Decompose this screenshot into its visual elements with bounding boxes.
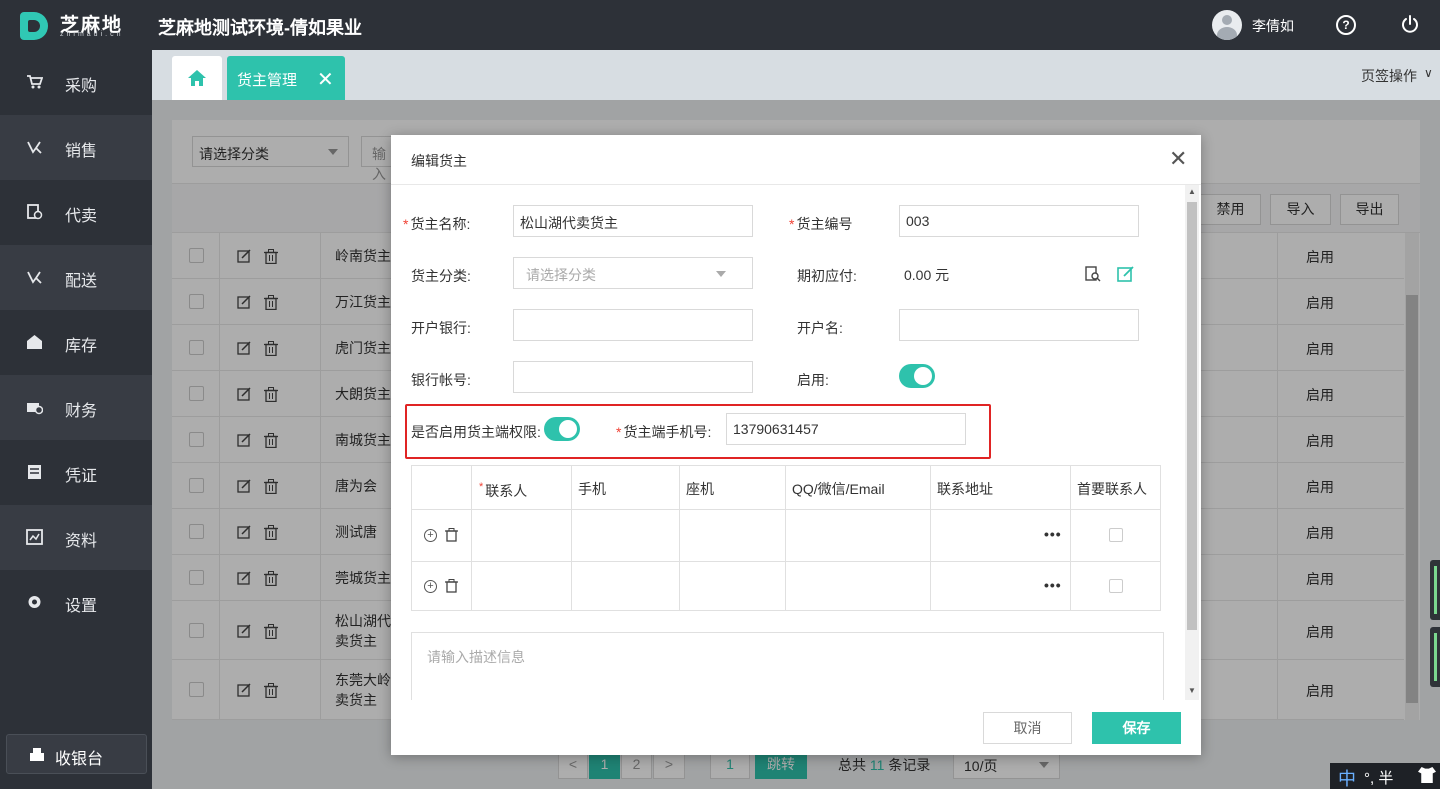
tab-label: 货主管理 bbox=[237, 72, 298, 89]
cashier-label: 收银台 bbox=[55, 751, 104, 768]
trash-icon[interactable] bbox=[445, 579, 458, 593]
owner-code-label: * 货主编号 bbox=[789, 216, 853, 232]
portal-permission-label: 是否启用货主端权限: bbox=[411, 424, 541, 440]
trash-icon[interactable] bbox=[445, 528, 458, 542]
skin-icon bbox=[1418, 767, 1436, 783]
category-label: 货主分类: bbox=[411, 268, 471, 284]
sidebar-item-label: 销售 bbox=[65, 143, 98, 160]
user-name[interactable]: 李倩如 bbox=[1252, 16, 1294, 36]
delivery-icon bbox=[27, 271, 42, 284]
enabled-toggle[interactable] bbox=[899, 364, 935, 388]
sidebar-item-purchase[interactable]: 采购 bbox=[0, 50, 152, 115]
app-title: 芝麻地测试环境-倩如果业 bbox=[158, 18, 362, 38]
close-icon[interactable]: ✕ bbox=[1169, 148, 1187, 170]
contact-name-header: * 联系人 bbox=[479, 481, 528, 499]
scroll-down-icon[interactable]: ▼ bbox=[1188, 686, 1196, 695]
account-number-input[interactable] bbox=[513, 361, 753, 393]
view-detail-icon[interactable] bbox=[1085, 266, 1101, 282]
ime-mode: 中 bbox=[1338, 769, 1356, 789]
add-row-icon[interactable]: + bbox=[424, 580, 437, 593]
ime-indicators: °, 半 bbox=[1364, 770, 1394, 787]
close-icon[interactable]: ✕ bbox=[317, 67, 334, 92]
cashier-icon bbox=[30, 748, 44, 761]
sidebar-item-data[interactable]: 资料 bbox=[0, 505, 152, 570]
logo-subtext: zhimadi.cn bbox=[60, 31, 124, 38]
sidebar-item-inventory[interactable]: 库存 bbox=[0, 310, 152, 375]
bank-input[interactable] bbox=[513, 309, 753, 341]
home-icon bbox=[188, 70, 206, 86]
consign-icon bbox=[27, 204, 43, 220]
scroll-up-icon[interactable]: ▲ bbox=[1188, 187, 1196, 196]
cancel-button[interactable]: 取消 bbox=[983, 712, 1072, 744]
mobile-header: 手机 bbox=[578, 481, 606, 497]
sidebar-item-label: 资料 bbox=[65, 533, 98, 550]
primary-contact-checkbox[interactable] bbox=[1109, 579, 1123, 593]
sidebar-item-label: 设置 bbox=[65, 598, 98, 615]
dialog-header: 编辑货主 ✕ bbox=[391, 135, 1201, 185]
tab-home[interactable] bbox=[172, 56, 222, 100]
finance-icon bbox=[27, 403, 43, 415]
owner-code-input[interactable]: 003 bbox=[899, 205, 1139, 237]
more-icon[interactable]: ••• bbox=[1044, 577, 1062, 593]
data-icon bbox=[26, 529, 43, 545]
logo-icon bbox=[20, 12, 48, 40]
sidebar-item-delivery[interactable]: 配送 bbox=[0, 245, 152, 310]
tab-operations[interactable]: 页签操作 bbox=[1361, 66, 1417, 86]
contacts-table: * 联系人 手机 座机 QQ/微信/Email 联系地址 首要联系人 + ••• … bbox=[411, 465, 1161, 611]
avatar[interactable] bbox=[1212, 10, 1242, 40]
edit-owner-dialog: 编辑货主 ✕ * 货主名称: 松山湖代卖货主 * 货主编号 003 货主分类: 请选… bbox=[391, 135, 1201, 755]
more-icon[interactable]: ••• bbox=[1044, 526, 1062, 542]
sidebar-item-label: 配送 bbox=[65, 273, 98, 290]
sidebar-item-label: 代卖 bbox=[65, 208, 98, 225]
warehouse-icon bbox=[27, 335, 42, 349]
account-name-input[interactable] bbox=[899, 309, 1139, 341]
dialog-footer: 取消 保存 bbox=[391, 700, 1201, 755]
help-icon[interactable]: ? bbox=[1336, 15, 1356, 35]
dialog-scrollbar-thumb[interactable] bbox=[1187, 202, 1197, 630]
voucher-icon bbox=[28, 465, 41, 479]
sidebar-item-label: 采购 bbox=[65, 78, 98, 95]
sidebar-item-settings[interactable]: 设置 bbox=[0, 570, 152, 635]
owner-name-input[interactable]: 松山湖代卖货主 bbox=[513, 205, 753, 237]
portal-phone-input[interactable]: 13790631457 bbox=[726, 413, 966, 445]
save-button[interactable]: 保存 bbox=[1092, 712, 1181, 744]
sales-icon bbox=[27, 141, 42, 154]
landline-header: 座机 bbox=[686, 481, 714, 497]
sidebar-item-sales[interactable]: 销售 bbox=[0, 115, 152, 180]
sidebar-item-consign[interactable]: 代卖 bbox=[0, 180, 152, 245]
gear-icon bbox=[28, 596, 41, 608]
sidebar-item-label: 凭证 bbox=[65, 468, 98, 485]
account-name-label: 开户名: bbox=[797, 320, 843, 336]
ime-status-bar[interactable]: 中 °, 半 bbox=[1330, 763, 1440, 789]
sidebar-item-finance[interactable]: 财务 bbox=[0, 375, 152, 440]
enabled-label: 启用: bbox=[797, 372, 829, 388]
im-email-header: QQ/微信/Email bbox=[792, 481, 885, 497]
account-number-label: 银行帐号: bbox=[411, 372, 471, 388]
sidebar-item-voucher[interactable]: 凭证 bbox=[0, 440, 152, 505]
chevron-down-icon[interactable]: ∨ bbox=[1424, 66, 1433, 80]
sidebar-item-label: 库存 bbox=[65, 338, 98, 355]
tab-owner-management[interactable]: 货主管理 ✕ bbox=[227, 56, 345, 100]
top-bar: 芝麻地 zhimadi.cn 芝麻地测试环境-倩如果业 李倩如 ? bbox=[0, 0, 1440, 50]
portal-phone-label: * 货主端手机号: bbox=[616, 424, 712, 440]
power-icon[interactable] bbox=[1400, 14, 1420, 34]
add-row-icon[interactable]: + bbox=[424, 529, 437, 542]
owner-name-label: * 货主名称: bbox=[403, 216, 471, 232]
tab-bar bbox=[152, 50, 1440, 100]
edge-widget bbox=[1430, 560, 1440, 620]
portal-permission-toggle[interactable] bbox=[544, 417, 580, 441]
primary-contact-checkbox[interactable] bbox=[1109, 528, 1123, 542]
edit-icon[interactable] bbox=[1117, 265, 1135, 283]
edge-widget bbox=[1430, 627, 1440, 687]
dialog-title: 编辑货主 bbox=[411, 153, 467, 169]
address-header: 联系地址 bbox=[937, 481, 993, 497]
sidebar-item-label: 财务 bbox=[65, 403, 98, 420]
bank-label: 开户银行: bbox=[411, 320, 471, 336]
cashier-button[interactable]: 收银台 bbox=[6, 734, 147, 774]
initial-payable-label: 期初应付: bbox=[797, 268, 857, 284]
initial-payable-value: 0.00 元 bbox=[904, 267, 950, 283]
category-select[interactable]: 请选择分类 bbox=[513, 257, 753, 289]
primary-contact-header: 首要联系人 bbox=[1077, 481, 1147, 497]
cart-icon bbox=[27, 75, 43, 89]
